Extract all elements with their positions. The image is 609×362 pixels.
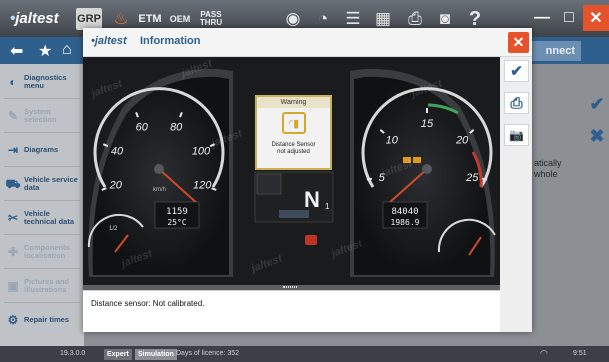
gauge-tick-label: 40 <box>111 145 124 157</box>
sidebar-item-diagrams[interactable]: ⇥ Diagrams <box>2 136 82 164</box>
speedo-unit: km/h <box>153 187 166 193</box>
odometer-left: 1159 <box>166 207 188 217</box>
gauge-tick-label: 15 <box>421 118 434 130</box>
dialog-close-button[interactable]: ✕ <box>508 32 529 53</box>
globe-icon[interactable]: ◉ <box>282 8 304 30</box>
gauge-tick-label: 20 <box>109 180 123 192</box>
license-label: Days of licence: 352 <box>176 350 240 357</box>
simulation-badge: Simulation <box>135 349 177 360</box>
sidebar-item-label: Vehicle technical data <box>24 209 75 226</box>
sidebar-item-label: Pictures and illustrations <box>24 277 70 294</box>
pictures-icon: ▣ <box>7 279 19 293</box>
gauge-tick-label: 20 <box>455 134 469 146</box>
message-text: Distance sensor: Not calibrated. <box>91 299 205 308</box>
tachograph-icon[interactable]: ◔ <box>312 8 334 30</box>
etm-button[interactable]: ETM <box>137 8 163 30</box>
gauge-tick-mark <box>366 177 373 181</box>
tools-icon: ✂ <box>7 211 19 225</box>
flame-icon[interactable]: ♨ <box>110 8 132 30</box>
background-text: whole <box>534 169 558 179</box>
sidebar-item-label: Components localisation <box>24 243 70 260</box>
dialog-screenshot-button[interactable]: 📷 <box>504 124 529 146</box>
temperature-readout: 25°C <box>167 218 186 227</box>
sidebar-item-system-selection[interactable]: ✎ System selection <box>2 102 82 130</box>
calendar-icon[interactable]: ▦ <box>372 8 394 30</box>
sidebar-item-vehicle-technical-data[interactable]: ✂ Vehicle technical data <box>2 204 82 232</box>
message-panel: Distance sensor: Not calibrated. <box>83 290 500 332</box>
window-close-button[interactable]: ✕ <box>583 5 609 31</box>
minimize-button[interactable]: — <box>529 5 555 31</box>
list-icon[interactable]: ☰ <box>342 8 364 30</box>
clock-label: 9:51 <box>573 350 587 357</box>
wifi-icon: ◠ <box>540 348 548 358</box>
gauge-tick-label: 10 <box>386 134 399 146</box>
app-logo: •jaltest <box>10 10 59 27</box>
instrument-cluster: 204060 80100120 km/h 1/2 1159 25°C 510152… <box>83 57 500 290</box>
repair-icon: ⚙ <box>7 313 19 327</box>
truck-icon: ⛟ <box>5 177 21 191</box>
gear-sub-indicator: 1 <box>325 202 330 211</box>
sidebar-item-components-localisation[interactable]: ✚ Components localisation <box>2 238 82 266</box>
warning-title: Warning <box>257 97 330 108</box>
gauge-icon: ◐ <box>9 75 17 89</box>
warning-text: Distance Sensor not adjusted <box>271 142 316 155</box>
gauge-tick-label: 60 <box>136 121 149 133</box>
back-arrow-icon[interactable]: ⬅ <box>10 41 23 61</box>
sidebar-item-diagnostics-menu[interactable]: ◐ Diagnostics menu <box>2 68 82 96</box>
background-text: atically <box>534 158 562 168</box>
odometer-right: 84040 <box>391 207 418 217</box>
mode-badge: Expert <box>104 349 132 360</box>
sidebar-item-vehicle-service-data[interactable]: ⛟ Vehicle service data <box>2 170 82 198</box>
dialog-logo: •jaltest <box>91 35 127 47</box>
dialog-accept-button[interactable]: ✔ <box>504 60 529 82</box>
version-label: 19.3.0.0 <box>60 350 86 357</box>
dialog-title: Information <box>140 35 201 47</box>
favorite-star-icon[interactable]: ★ <box>38 41 52 61</box>
dashboard-image: 20 40 60 80 100 120 km/h 1/2 1159 25°C 5 10 15 2… <box>83 57 500 312</box>
gauge-tick-label: 80 <box>170 121 183 133</box>
components-icon: ✚ <box>7 245 19 259</box>
information-dialog: •jaltest Information ✕ 20 40 60 80 100 120 <box>83 28 532 332</box>
home-icon[interactable]: ⌂ <box>62 41 72 59</box>
sidebar-item-label: Diagrams <box>24 145 59 154</box>
sidebar: ◐ Diagnostics menu ✎ System selection ⇥ … <box>0 64 84 346</box>
sidebar-item-label: Repair times <box>24 315 70 324</box>
sidebar-item-pictures-and-illustrations[interactable]: ▣ Pictures and illustrations <box>2 272 82 300</box>
camera-icon[interactable]: ◙ <box>434 8 456 30</box>
help-icon[interactable]: ? <box>464 8 486 30</box>
maximize-button[interactable]: □ <box>556 5 582 31</box>
dialog-print-button[interactable]: ⎙ <box>504 92 529 114</box>
gauge-tick-mark <box>481 177 488 181</box>
gear-indicator: N <box>304 187 320 212</box>
wrench-icon: ✎ <box>7 109 19 123</box>
grp-button[interactable]: GRP <box>76 8 102 30</box>
fuel-label: 1/2 <box>109 226 118 232</box>
accept-check-button[interactable]: ✔ <box>585 92 609 116</box>
cancel-x-button[interactable]: ✖ <box>585 124 609 148</box>
printer-icon[interactable]: ⎙ <box>404 8 426 30</box>
oem-button[interactable]: OEM <box>168 8 192 30</box>
dialog-header: •jaltest Information ✕ <box>83 28 532 57</box>
pass-thru-button[interactable]: PASS THRU <box>197 8 225 30</box>
gauge-tick-label: 120 <box>193 180 212 192</box>
trip-readout: 1986.9 <box>391 218 420 227</box>
distance-sensor-icon: ◜▮ <box>282 112 306 134</box>
sidebar-item-repair-times[interactable]: ⚙ Repair times <box>2 306 82 334</box>
sidebar-item-label: Vehicle service data <box>24 175 78 192</box>
sidebar-item-label: System selection <box>24 107 57 124</box>
warning-popup: Warning ◜▮ Distance Sensor not adjusted <box>255 95 332 170</box>
gauge-tick-label: 25 <box>465 172 479 184</box>
diagram-icon: ⇥ <box>7 143 19 157</box>
sidebar-item-label: Diagnostics menu <box>24 73 67 90</box>
status-bar: 19.3.0.0 Expert Simulation Days of licen… <box>0 346 609 362</box>
gauge-tick-label: 100 <box>192 145 211 157</box>
